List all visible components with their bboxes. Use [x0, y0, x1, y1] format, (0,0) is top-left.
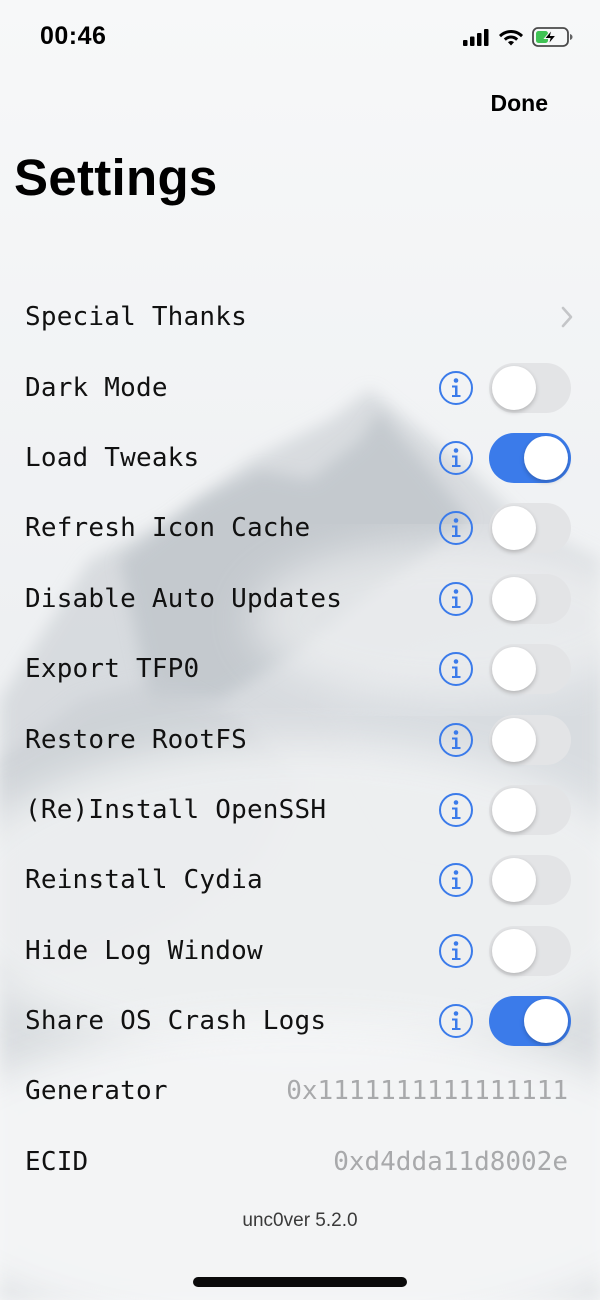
setting-row-hide-log-window: Hide Log Window — [0, 916, 600, 986]
info-icon[interactable] — [438, 862, 474, 898]
wifi-icon — [499, 30, 523, 46]
done-button[interactable]: Done — [491, 90, 549, 117]
setting-row-export-tfp0: Export TFP0 — [0, 634, 600, 704]
ecid-label: ECID — [25, 1146, 89, 1177]
restore-rootfs-toggle[interactable] — [489, 714, 571, 765]
setting-row-dark-mode: Dark Mode — [0, 352, 600, 422]
setting-row-load-tweaks: Load Tweaks — [0, 423, 600, 493]
info-icon[interactable] — [438, 370, 474, 406]
special-thanks-label: Special Thanks — [25, 302, 247, 333]
chevron-right-icon — [561, 306, 573, 328]
toggle-knob — [492, 858, 536, 903]
hide-log-window-toggle[interactable] — [489, 925, 571, 976]
toggle-knob — [492, 787, 536, 832]
special-thanks-row[interactable]: Special Thanks — [0, 282, 600, 352]
reinstall-openssh-toggle[interactable] — [489, 784, 571, 835]
generator-value[interactable]: 0x1111111111111111 — [286, 1076, 568, 1106]
setting-label: Disable Auto Updates — [25, 583, 343, 614]
status-bar: 00:46 — [0, 0, 600, 80]
info-icon[interactable] — [438, 1003, 474, 1039]
disable-auto-updates-toggle[interactable] — [489, 573, 571, 624]
setting-label: Reinstall Cydia — [25, 865, 263, 896]
toggle-knob — [492, 576, 536, 621]
export-tfp0-toggle[interactable] — [489, 644, 571, 695]
toggle-knob — [492, 928, 536, 973]
setting-row-disable-auto-updates: Disable Auto Updates — [0, 564, 600, 634]
setting-row-reinstall-openssh: (Re)Install OpenSSH — [0, 775, 600, 845]
generator-row: Generator 0x1111111111111111 — [0, 1056, 600, 1126]
status-icons — [462, 24, 574, 50]
settings-list: Special Thanks Dark Mode Load Tweaks Ref… — [0, 282, 600, 1197]
setting-row-restore-rootfs: Restore RootFS — [0, 704, 600, 774]
version-label: unc0ver 5.2.0 — [242, 1210, 358, 1231]
page-title: Settings — [14, 149, 218, 206]
load-tweaks-toggle[interactable] — [489, 432, 571, 483]
setting-label: Load Tweaks — [25, 442, 200, 473]
toggle-knob — [492, 717, 536, 762]
reinstall-cydia-toggle[interactable] — [489, 855, 571, 906]
dark-mode-toggle[interactable] — [489, 362, 571, 413]
info-icon[interactable] — [438, 792, 474, 828]
setting-label: Dark Mode — [25, 372, 168, 403]
toggle-knob — [492, 647, 536, 692]
info-icon[interactable] — [438, 722, 474, 758]
share-os-crash-logs-toggle[interactable] — [489, 996, 571, 1047]
info-icon[interactable] — [438, 651, 474, 687]
generator-label: Generator — [25, 1076, 168, 1107]
home-indicator[interactable] — [193, 1277, 407, 1287]
status-time: 00:46 — [40, 22, 107, 50]
info-icon[interactable] — [438, 581, 474, 617]
battery-charging-icon — [532, 27, 573, 47]
setting-label: (Re)Install OpenSSH — [25, 794, 327, 825]
setting-row-share-os-crash-logs: Share OS Crash Logs — [0, 986, 600, 1056]
ecid-value: 0xd4dda11d8002e — [333, 1146, 568, 1177]
setting-label: Refresh Icon Cache — [25, 513, 311, 544]
cellular-signal-icon — [463, 29, 489, 46]
toggle-knob — [524, 435, 568, 480]
ecid-row: ECID 0xd4dda11d8002e — [0, 1127, 600, 1197]
refresh-icon-cache-toggle[interactable] — [489, 503, 571, 554]
info-icon[interactable] — [438, 440, 474, 476]
toggle-knob — [524, 999, 568, 1044]
setting-row-reinstall-cydia: Reinstall Cydia — [0, 845, 600, 915]
setting-label: Restore RootFS — [25, 724, 247, 755]
toggle-knob — [492, 506, 536, 551]
info-icon[interactable] — [438, 510, 474, 546]
setting-label: Share OS Crash Logs — [25, 1006, 327, 1037]
toggle-knob — [492, 365, 536, 410]
info-icon[interactable] — [438, 933, 474, 969]
setting-label: Hide Log Window — [25, 935, 263, 966]
setting-row-refresh-icon-cache: Refresh Icon Cache — [0, 493, 600, 563]
setting-label: Export TFP0 — [25, 654, 200, 685]
